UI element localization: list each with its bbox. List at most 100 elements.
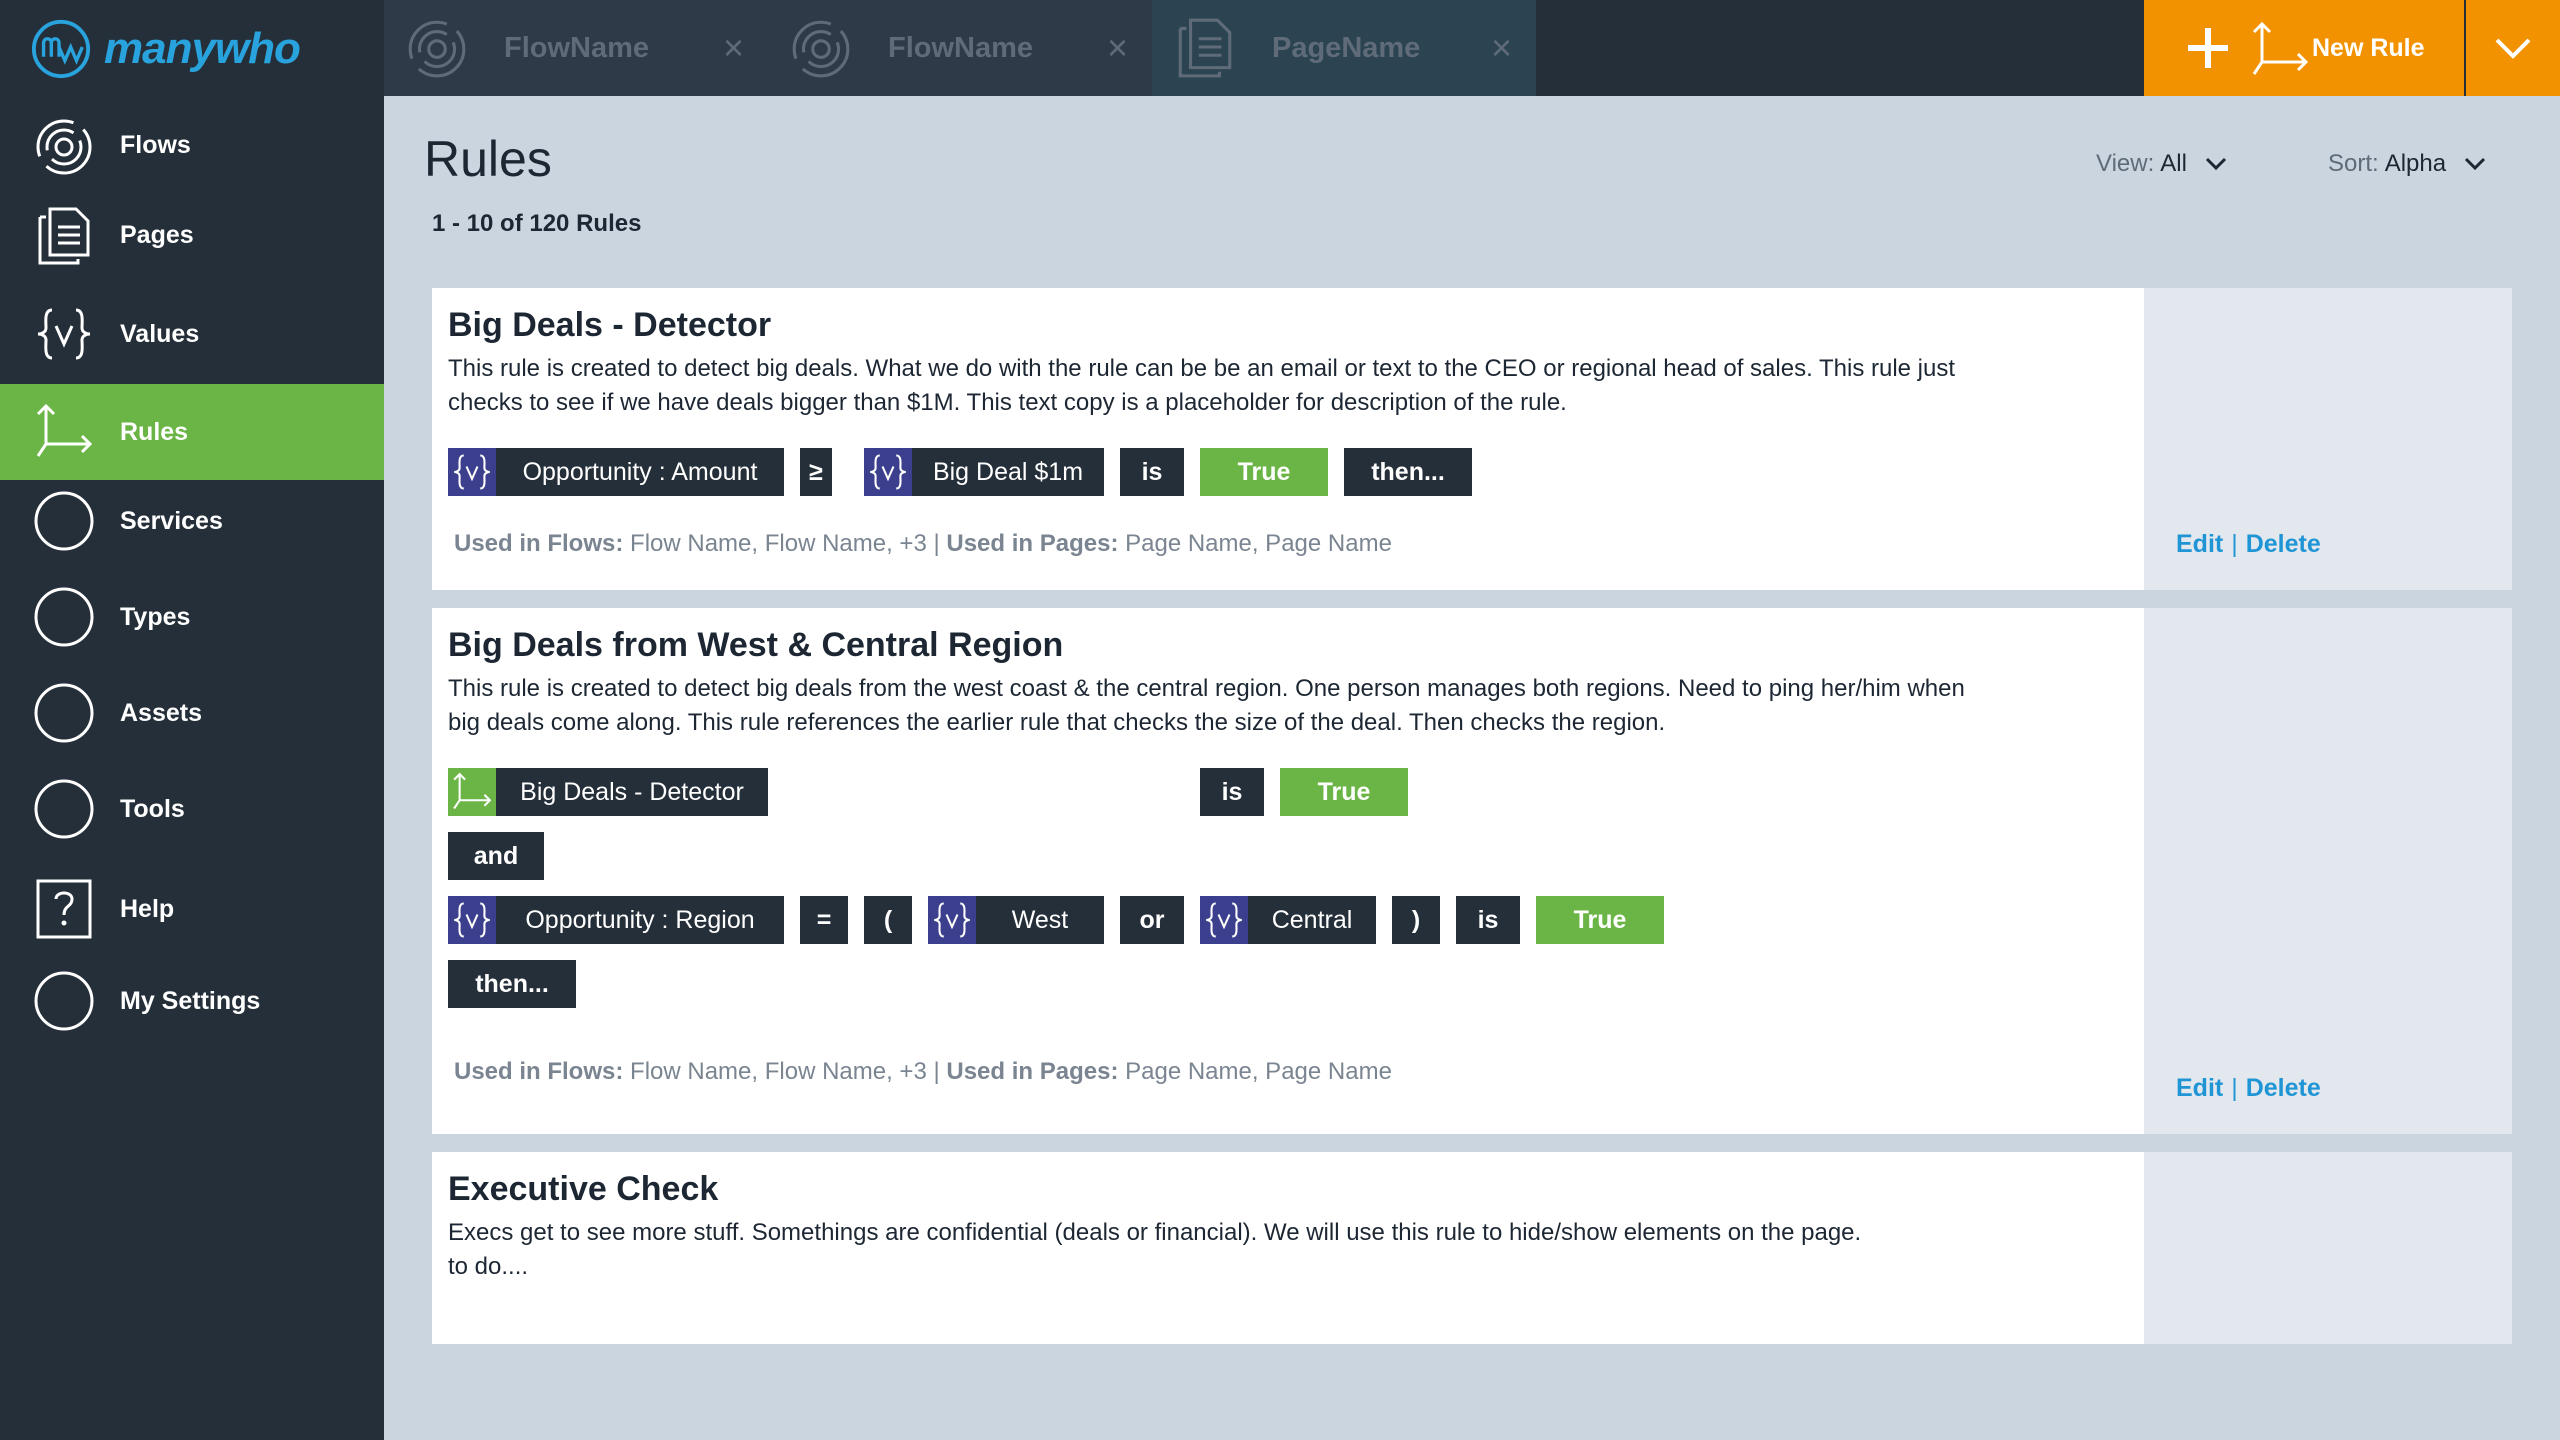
chip-label: Opportunity : Amount xyxy=(522,457,758,486)
sidebar-item-pages[interactable]: Pages xyxy=(0,187,384,283)
sidebar-item-help[interactable]: Help xyxy=(0,861,384,957)
value-icon xyxy=(864,448,912,496)
sidebar-item-label: Tools xyxy=(120,794,185,823)
tab-flowname-1[interactable]: FlowName × xyxy=(384,0,768,96)
sidebar-item-assets[interactable]: Assets xyxy=(0,665,384,761)
sidebar-item-types[interactable]: Types xyxy=(0,569,384,665)
delete-link[interactable]: Delete xyxy=(2246,530,2321,558)
paren-open-chip[interactable]: ( xyxy=(864,896,912,944)
sidebar-item-services[interactable]: Services xyxy=(0,473,384,569)
sidebar-item-label: Values xyxy=(120,319,200,348)
new-rule-button[interactable]: New Rule xyxy=(2144,0,2464,96)
tab-flowname-2[interactable]: FlowName × xyxy=(768,0,1152,96)
sidebar-item-values[interactable]: Values xyxy=(0,286,384,382)
rule-card: Executive Check Execs get to see more st… xyxy=(432,1152,2512,1344)
separator: | xyxy=(2231,530,2238,558)
operator-chip[interactable]: is xyxy=(1456,896,1520,944)
rule-actions: Edit | Delete xyxy=(2176,530,2321,559)
then-chip[interactable]: then... xyxy=(1344,448,1472,496)
sidebar-item-my-settings[interactable]: My Settings xyxy=(0,953,384,1049)
close-icon[interactable]: × xyxy=(723,30,744,66)
sidebar-item-label: Rules xyxy=(120,417,189,446)
edit-link[interactable]: Edit xyxy=(2176,1074,2223,1102)
boolean-chip[interactable]: True xyxy=(1536,896,1664,944)
rule-title[interactable]: Executive Check xyxy=(448,1170,718,1209)
boolean-chip[interactable]: True xyxy=(1200,448,1328,496)
circle-icon xyxy=(32,969,96,1033)
edit-link[interactable]: Edit xyxy=(2176,530,2223,558)
sidebar-item-label: Types xyxy=(120,602,191,631)
and-chip[interactable]: and xyxy=(448,832,544,880)
sort-value: Alpha xyxy=(2384,150,2447,177)
view-filter-dropdown[interactable]: View: All xyxy=(2096,150,2227,178)
chevron-down-icon xyxy=(2495,38,2531,59)
used-flows-label: Used in Flows: xyxy=(454,1058,624,1085)
rule-card-2-content: is True and Opportunity : Region = ( Wes… xyxy=(432,608,2512,1134)
view-label: View: xyxy=(2096,150,2155,177)
value-chip[interactable]: Central xyxy=(1200,896,1376,944)
sidebar-item-label: My Settings xyxy=(120,986,261,1015)
sort-label: Sort: xyxy=(2328,150,2379,177)
operator-chip[interactable]: = xyxy=(800,896,848,944)
sidebar: manywho Flows Pages Values Rules Service… xyxy=(0,0,384,1440)
logo-text: manywho xyxy=(104,24,301,73)
circle-icon xyxy=(32,489,96,553)
sidebar-item-tools[interactable]: Tools xyxy=(0,761,384,857)
page-icon xyxy=(32,203,96,267)
tab-label: FlowName xyxy=(888,31,1034,64)
rules-count: 1 - 10 of 120 Rules xyxy=(432,210,642,237)
help-icon xyxy=(32,877,96,941)
logo[interactable]: manywho xyxy=(30,14,301,84)
sidebar-item-label: Services xyxy=(120,506,223,535)
rule-actions: Edit | Delete xyxy=(2176,1074,2321,1103)
used-flows: Flow Name, Flow Name, +3 xyxy=(630,1058,927,1085)
value-icon xyxy=(928,896,976,944)
sidebar-item-label: Help xyxy=(120,894,175,923)
value-icon xyxy=(1200,896,1248,944)
separator: | xyxy=(2231,1074,2238,1102)
sort-dropdown[interactable]: Sort: Alpha xyxy=(2328,150,2486,178)
tab-label: PageName xyxy=(1272,31,1421,64)
description-line: Execs get to see more stuff. Somethings … xyxy=(448,1219,1862,1246)
chip-label: Central xyxy=(1271,905,1353,934)
operator-chip-is[interactable]: is xyxy=(1200,768,1264,816)
page-title: Rules xyxy=(424,131,552,187)
rule-card: Big Deals - Detector This rule is create… xyxy=(432,288,2512,590)
page-icon xyxy=(1172,14,1238,80)
value-chip[interactable]: West xyxy=(928,896,1104,944)
sidebar-item-rules[interactable]: Rules xyxy=(0,384,384,480)
value-chip[interactable]: Opportunity : Region xyxy=(448,896,784,944)
plus-icon xyxy=(2188,28,2228,68)
value-icon xyxy=(32,302,96,366)
value-chip[interactable]: Opportunity : Amount xyxy=(448,448,784,496)
tab-pagename[interactable]: PageName × xyxy=(1152,0,1536,96)
rule-title[interactable]: Big Deals - Detector xyxy=(448,306,771,345)
used-pages-label: Used in Pages: xyxy=(946,1058,1119,1085)
chip-label: Big Deal $1m xyxy=(932,457,1084,486)
used-pages: Page Name, Page Name xyxy=(1125,1058,1392,1085)
rule-description: This rule is created to detect big deals… xyxy=(448,352,2148,420)
rule-usage: Used in Flows: Flow Name, Flow Name, +3 … xyxy=(454,1058,1392,1086)
paren-close-chip[interactable]: ) xyxy=(1392,896,1440,944)
sidebar-item-label: Flows xyxy=(120,130,191,159)
description-line: checks to see if we have deals bigger th… xyxy=(448,389,1567,416)
close-icon[interactable]: × xyxy=(1107,30,1128,66)
chip-label: Opportunity : Region xyxy=(525,905,755,934)
used-pages: Page Name, Page Name xyxy=(1125,530,1392,557)
sidebar-item-flows[interactable]: Flows xyxy=(0,97,384,193)
boolean-chip[interactable]: True xyxy=(1280,768,1408,816)
used-flows-label: Used in Flows: xyxy=(454,530,624,557)
flow-icon xyxy=(404,14,470,80)
description-line: to do.... xyxy=(448,1253,529,1280)
value-chip[interactable]: Big Deal $1m xyxy=(864,448,1104,496)
operator-chip[interactable]: or xyxy=(1120,896,1184,944)
close-icon[interactable]: × xyxy=(1491,30,1512,66)
then-chip[interactable]: then... xyxy=(448,960,576,1008)
delete-link[interactable]: Delete xyxy=(2246,1074,2321,1102)
new-rule-dropdown-button[interactable] xyxy=(2466,0,2560,96)
operator-chip[interactable]: ≥ xyxy=(800,448,832,496)
circle-icon xyxy=(32,777,96,841)
sidebar-item-label: Pages xyxy=(120,220,194,249)
new-rule-label: New Rule xyxy=(2312,33,2425,62)
operator-chip[interactable]: is xyxy=(1120,448,1184,496)
